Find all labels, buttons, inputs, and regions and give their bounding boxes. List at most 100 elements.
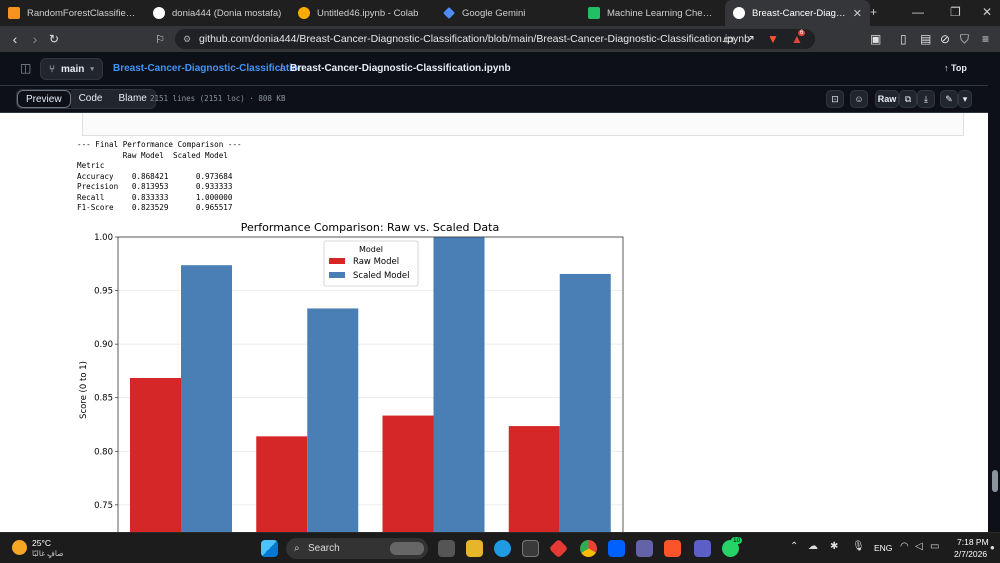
y-tick-label: 0.90 xyxy=(94,340,113,350)
sidebar-icon[interactable]: ▯ xyxy=(900,32,907,46)
tab-blame[interactable]: Blame xyxy=(110,90,155,108)
tab-title: RandomForestClassifier — scikit xyxy=(27,7,137,19)
weather-condition: صافٍ غالبًا xyxy=(32,549,64,558)
y-tick-label: 0.85 xyxy=(94,394,113,404)
restore-icon[interactable]: ❐ xyxy=(950,5,961,19)
page-scrollbar[interactable] xyxy=(988,52,1000,532)
y-tick-label: 0.95 xyxy=(94,287,113,297)
wallet-icon[interactable]: ▤ xyxy=(920,32,931,46)
notification-icon[interactable]: ● xyxy=(990,543,995,552)
cheatsheet-icon xyxy=(588,7,600,19)
volume-icon[interactable]: ◁ xyxy=(915,541,923,552)
copy-icon[interactable]: ⧉ xyxy=(899,90,917,108)
breadcrumb-separator: / xyxy=(280,63,283,74)
bar-recall-scaled xyxy=(433,237,485,532)
cast-icon[interactable]: ▭ xyxy=(723,32,734,46)
cell-output-text: --- Final Performance Comparison --- Raw… xyxy=(77,140,242,212)
windows-start-icon[interactable] xyxy=(261,540,278,557)
teams-icon[interactable] xyxy=(636,540,653,557)
tab-title: Google Gemini xyxy=(462,7,526,19)
chevron-down-icon[interactable]: ▾ xyxy=(958,90,972,108)
cloud-icon[interactable]: ☁ xyxy=(808,541,818,552)
menu-icon[interactable]: ≡ xyxy=(982,32,989,46)
chart-title: Performance Comparison: Raw vs. Scaled D… xyxy=(241,221,499,234)
dropbox-icon[interactable] xyxy=(608,540,625,557)
brave-icon[interactable] xyxy=(664,540,681,557)
back-icon[interactable]: ‹ xyxy=(5,31,25,47)
share-icon[interactable]: ↗ xyxy=(745,32,755,46)
file-explorer-icon[interactable] xyxy=(466,540,483,557)
open-codespace-icon[interactable]: ⊡ xyxy=(826,90,844,108)
download-icon[interactable]: ⤓ xyxy=(917,90,935,108)
store-icon[interactable] xyxy=(522,540,539,557)
top-button[interactable]: ↑ Top xyxy=(944,63,967,73)
bar-f1-score-scaled xyxy=(559,273,611,532)
browser-tab-3[interactable]: Google Gemini xyxy=(435,0,580,26)
tab-preview[interactable]: Preview xyxy=(17,90,71,108)
browser-tab-1[interactable]: donia444 (Donia mostafa) xyxy=(145,0,290,26)
legend-label-scaled: Scaled Model xyxy=(353,271,410,281)
url-bar[interactable]: ⚙ github.com/donia444/Breast-Cancer-Diag… xyxy=(175,29,815,49)
bluetooth-icon[interactable]: ✱ xyxy=(830,541,838,552)
battery-icon[interactable]: ▭ xyxy=(930,541,939,552)
gemini-icon xyxy=(443,7,455,19)
copilot-icon[interactable]: ☺ xyxy=(850,90,868,108)
taskbar-search[interactable]: ⌕ Search xyxy=(286,538,428,559)
github-file-header: ◫ ⑂ main ▾ Breast-Cancer-Diagnostic-Clas… xyxy=(0,52,1000,86)
chrome-icon[interactable] xyxy=(580,540,597,557)
github-icon xyxy=(733,7,745,19)
file-toolbar: Preview Code Blame 2151 lines (2151 loc)… xyxy=(0,86,1000,113)
close-tab-icon[interactable]: ✕ xyxy=(853,7,862,20)
browser-tab-4[interactable]: Machine Learning Cheat Sheet | xyxy=(580,0,725,26)
github-icon xyxy=(153,7,165,19)
bar-accuracy-raw xyxy=(130,377,181,532)
file-tree-toggle-icon[interactable]: ◫ xyxy=(20,61,31,75)
scrollbar-thumb[interactable] xyxy=(992,470,998,492)
browser-tab-2[interactable]: Untitled46.ipynb - Colab xyxy=(290,0,435,26)
edge-icon[interactable] xyxy=(494,540,511,557)
brave-shield-icon[interactable]: ▼ xyxy=(767,32,779,46)
vpn-icon[interactable]: ⊘ xyxy=(940,32,950,46)
chart-legend: Model Raw Model Scaled Model xyxy=(323,240,419,287)
forward-icon[interactable]: › xyxy=(25,31,45,47)
weather-temperature[interactable]: 25°C xyxy=(32,538,51,548)
clock-time[interactable]: 7:18 PM xyxy=(957,537,989,547)
minimize-icon[interactable]: — xyxy=(912,5,924,19)
scikit-learn-icon xyxy=(8,7,20,19)
screenshot-icon[interactable]: ▣ xyxy=(870,32,881,46)
repo-link[interactable]: Breast-Cancer-Diagnostic-Classification xyxy=(113,63,304,74)
teams-chat-icon[interactable] xyxy=(694,540,711,557)
colab-icon xyxy=(298,7,310,19)
y-tick-label: 1.00 xyxy=(94,233,113,243)
search-icon: ⌕ xyxy=(294,543,300,554)
arrow-up-icon: ↑ xyxy=(944,63,949,73)
mic-muted-icon[interactable]: 🎙 xyxy=(852,541,865,552)
shield-icon[interactable]: ⛉ xyxy=(960,32,969,47)
language-indicator[interactable]: ENG xyxy=(874,543,892,553)
previous-cell xyxy=(82,113,964,136)
legend-swatch-raw xyxy=(329,258,345,264)
whatsapp-badge: 10 xyxy=(731,537,743,544)
site-info-icon[interactable]: ⚙ xyxy=(183,34,191,45)
performance-bar-chart: Performance Comparison: Raw vs. Scaled D… xyxy=(79,221,624,532)
branch-selector[interactable]: ⑂ main ▾ xyxy=(40,58,103,80)
browser-tab-5[interactable]: Breast-Cancer-Diagnostic-C ✕ xyxy=(725,0,870,26)
chevron-up-icon[interactable]: ⌃ xyxy=(790,541,798,552)
office-icon[interactable] xyxy=(548,538,569,559)
edit-icon[interactable]: ✎ xyxy=(940,90,958,108)
close-window-icon[interactable]: ✕ xyxy=(982,5,992,19)
new-tab-icon[interactable]: + xyxy=(870,5,877,19)
bookmark-icon[interactable]: ⚐ xyxy=(150,33,170,46)
wifi-icon[interactable]: ◠ xyxy=(900,541,909,552)
tab-title: Machine Learning Cheat Sheet | xyxy=(607,7,717,19)
tab-code[interactable]: Code xyxy=(70,90,111,108)
raw-button[interactable]: Raw xyxy=(875,90,899,108)
browser-tab-0[interactable]: RandomForestClassifier — scikit xyxy=(0,0,145,26)
view-mode-switch: Preview Code Blame xyxy=(16,89,156,109)
chevron-down-icon: ▾ xyxy=(90,66,94,73)
clock-date[interactable]: 2/7/2026 xyxy=(954,549,987,559)
legend-label-raw: Raw Model xyxy=(353,257,399,267)
task-view-icon[interactable] xyxy=(438,540,455,557)
weather-sun-icon[interactable] xyxy=(12,540,27,555)
reload-icon[interactable]: ↻ xyxy=(44,32,64,46)
